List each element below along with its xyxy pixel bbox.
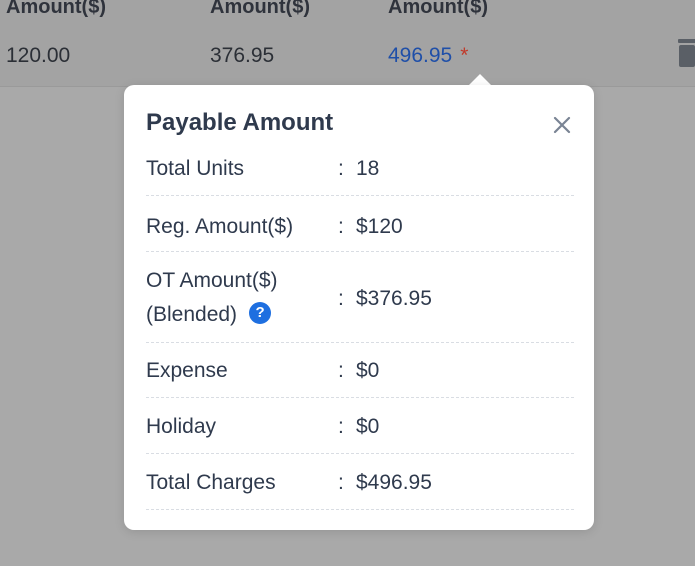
label-expense: Expense — [146, 359, 228, 382]
required-marker: * — [460, 44, 469, 67]
detail-row-total-charges: Total Charges : $496.95 — [146, 463, 574, 510]
cell-ot-amount: 376.95 — [210, 44, 275, 67]
colon: : — [338, 471, 344, 494]
colon: : — [338, 287, 344, 310]
column-header-ot-amount: Amount($) — [210, 0, 310, 18]
value-ot-amount: $376.95 — [356, 287, 432, 310]
payable-amount-popover: Payable Amount Total Units : 18 Reg. Amo… — [124, 85, 594, 530]
popover-title: Payable Amount — [146, 109, 334, 136]
label-ot-amount: OT Amount($) — [146, 269, 278, 292]
help-icon[interactable]: ? — [249, 302, 272, 325]
detail-row-expense: Expense : $0 — [146, 351, 574, 398]
colon: : — [338, 415, 344, 438]
detail-row-holiday: Holiday : $0 — [146, 407, 574, 454]
trash-icon[interactable] — [676, 37, 695, 69]
label-reg-amount: Reg. Amount($) — [146, 215, 294, 238]
cell-total-amount: 496.95 * — [388, 44, 468, 68]
table-row-background: Amount($) Amount($) Amount($) 120.00 376… — [0, 0, 695, 87]
colon: : — [338, 359, 344, 382]
close-icon[interactable] — [550, 113, 574, 137]
column-header-total-amount: Amount($) — [388, 0, 488, 18]
label-total-charges: Total Charges — [146, 471, 276, 494]
value-expense: $0 — [356, 359, 380, 382]
label-holiday: Holiday — [146, 415, 217, 438]
value-holiday: $0 — [356, 415, 380, 438]
detail-row-ot-amount: OT Amount($) (Blended)? : $376.95 — [146, 263, 574, 343]
value-reg-amount: $120 — [356, 215, 403, 238]
cell-reg-amount: 120.00 — [6, 44, 71, 67]
detail-row-reg-amount: Reg. Amount($) : $120 — [146, 205, 574, 252]
detail-row-total-units: Total Units : 18 — [146, 151, 574, 196]
colon: : — [338, 157, 344, 180]
label-ot-amount-blended: (Blended)? — [146, 297, 272, 333]
total-amount-link[interactable]: 496.95 — [388, 44, 452, 67]
label-blended: (Blended) — [146, 303, 238, 326]
column-header-reg-amount: Amount($) — [6, 0, 106, 18]
label-total-units: Total Units — [146, 157, 245, 180]
colon: : — [338, 215, 344, 238]
value-total-units: 18 — [356, 157, 380, 180]
value-total-charges: $496.95 — [356, 471, 432, 494]
